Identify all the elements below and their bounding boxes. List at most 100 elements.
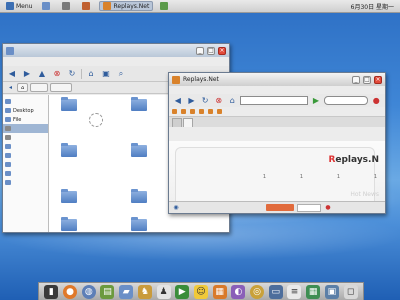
- folder-item[interactable]: [127, 143, 151, 159]
- forward-button[interactable]: ▶: [186, 95, 198, 107]
- folder-item[interactable]: [127, 97, 151, 113]
- bookmarks-toolbar: [169, 107, 385, 117]
- media-player-icon[interactable]: ◎: [250, 284, 265, 299]
- computer-button[interactable]: ▣: [100, 68, 112, 80]
- bookmark-item[interactable]: [190, 109, 196, 114]
- folder-icon: [131, 217, 147, 231]
- sidebar-item[interactable]: Desktop: [3, 106, 48, 115]
- breadcrumb-item[interactable]: [30, 83, 49, 92]
- user-icon[interactable]: ☺: [193, 284, 208, 299]
- sidebar-item[interactable]: [3, 160, 48, 169]
- tab-active[interactable]: [183, 118, 193, 127]
- image-icon[interactable]: ◐: [231, 284, 246, 299]
- monitor-icon[interactable]: ▭: [268, 284, 283, 299]
- addon-status[interactable]: [266, 204, 294, 211]
- home-button[interactable]: ⌂: [227, 95, 239, 107]
- menu-icon: [6, 2, 14, 10]
- sidebar-item-selected[interactable]: [3, 124, 48, 133]
- firefox-icon[interactable]: ●: [63, 284, 78, 299]
- bookmark-item[interactable]: [217, 109, 223, 114]
- game-icon[interactable]: ♟: [156, 284, 171, 299]
- search-input[interactable]: [323, 96, 369, 105]
- folder-item[interactable]: [57, 97, 81, 113]
- stop-button[interactable]: ⊗: [213, 95, 225, 107]
- sidebar-item[interactable]: [3, 142, 48, 151]
- taskbar-item-browser[interactable]: Replays.Net: [99, 1, 154, 11]
- stat-item: 1: [336, 174, 340, 180]
- taskbar-item[interactable]: [59, 1, 75, 11]
- close-button[interactable]: ×: [218, 46, 226, 55]
- browser-titlebar[interactable]: Replays.Net _ □ ×: [169, 73, 385, 86]
- breadcrumb-home[interactable]: ⌂: [17, 83, 29, 92]
- terminal-icon[interactable]: ▮: [44, 284, 59, 299]
- applications-menu-button[interactable]: Menu: [3, 1, 35, 11]
- navigation-toolbar: ◀ ▶ ↻ ⊗ ⌂ ▶ ●: [169, 94, 385, 107]
- page-tagline: Hot News: [350, 191, 379, 198]
- addon-icon[interactable]: ●: [370, 95, 382, 107]
- window-icon[interactable]: ◻: [343, 284, 358, 299]
- status-icon[interactable]: ◉: [172, 204, 180, 212]
- clock[interactable]: 6月30日 星期一: [348, 1, 397, 11]
- calendar-icon[interactable]: ▦: [306, 284, 321, 299]
- minimize-button[interactable]: _: [196, 46, 204, 55]
- app-icon: [160, 2, 169, 10]
- bookmark-item[interactable]: [181, 109, 187, 114]
- text-editor-icon[interactable]: ≡: [287, 284, 302, 299]
- home-button[interactable]: ⌂: [85, 68, 97, 80]
- reload-button[interactable]: ↻: [66, 68, 78, 80]
- folder-item[interactable]: [57, 189, 81, 205]
- forward-button[interactable]: ▶: [21, 68, 33, 80]
- go-button[interactable]: ▶: [310, 95, 322, 107]
- menubar: [169, 86, 385, 94]
- sidebar-item[interactable]: [3, 178, 48, 187]
- bookmark-icon: [190, 109, 195, 114]
- app-icon: [62, 2, 71, 10]
- search-button[interactable]: ⌕: [115, 68, 127, 80]
- taskbar-item[interactable]: [79, 1, 95, 11]
- taskbar-item[interactable]: [157, 1, 173, 11]
- folder-icon[interactable]: ▰: [119, 284, 134, 299]
- dock: ▮ ● ◍ ▤ ▰ ♞ ♟ ▶ ☺ ▦ ◐ ◎ ▭ ≡ ▦ ▣ ◻: [38, 282, 364, 300]
- menubar: [3, 57, 229, 66]
- reload-button[interactable]: ↻: [199, 95, 211, 107]
- books-icon[interactable]: ▤: [100, 284, 115, 299]
- network-icon[interactable]: ◍: [81, 284, 96, 299]
- alert-icon[interactable]: ●: [324, 204, 332, 212]
- file-manager-titlebar[interactable]: _ □ ×: [3, 44, 229, 57]
- back-button[interactable]: ◀: [172, 95, 184, 107]
- firefox-icon: [172, 75, 180, 84]
- bookmark-item[interactable]: [199, 109, 205, 114]
- minimize-button[interactable]: _: [352, 75, 360, 84]
- up-button[interactable]: ▲: [36, 68, 48, 80]
- sidebar-item[interactable]: [3, 97, 48, 106]
- calculator-icon[interactable]: ▦: [212, 284, 227, 299]
- breadcrumb-item[interactable]: [50, 83, 73, 92]
- stats-row: 1 1 1 1: [229, 171, 377, 180]
- menu-label: Menu: [16, 2, 33, 10]
- toggle-path-button[interactable]: ◂: [6, 83, 15, 92]
- site-logo[interactable]: Replays.N: [328, 155, 379, 165]
- bookmark-item[interactable]: [172, 109, 178, 114]
- chess-icon[interactable]: ♞: [137, 284, 152, 299]
- folder-item[interactable]: [57, 217, 81, 232]
- close-button[interactable]: ×: [374, 75, 382, 84]
- display-icon[interactable]: ▣: [324, 284, 339, 299]
- folder-item[interactable]: [57, 143, 81, 159]
- folder-icon: [61, 189, 77, 203]
- folder-item[interactable]: [127, 189, 151, 205]
- sidebar-item[interactable]: [3, 133, 48, 142]
- folder-item[interactable]: [127, 217, 151, 232]
- sidebar-item[interactable]: File: [3, 115, 48, 124]
- taskbar-item[interactable]: [39, 1, 55, 11]
- bookmark-item[interactable]: [208, 109, 214, 114]
- sidebar-item[interactable]: [3, 151, 48, 160]
- folder-icon: [5, 171, 11, 176]
- media-icon[interactable]: ▶: [175, 284, 190, 299]
- maximize-button[interactable]: □: [207, 46, 215, 55]
- tab[interactable]: [172, 118, 182, 127]
- stop-button[interactable]: ⊗: [51, 68, 63, 80]
- back-button[interactable]: ◀: [6, 68, 18, 80]
- url-bar[interactable]: [240, 96, 309, 105]
- sidebar-item[interactable]: [3, 169, 48, 178]
- maximize-button[interactable]: □: [363, 75, 371, 84]
